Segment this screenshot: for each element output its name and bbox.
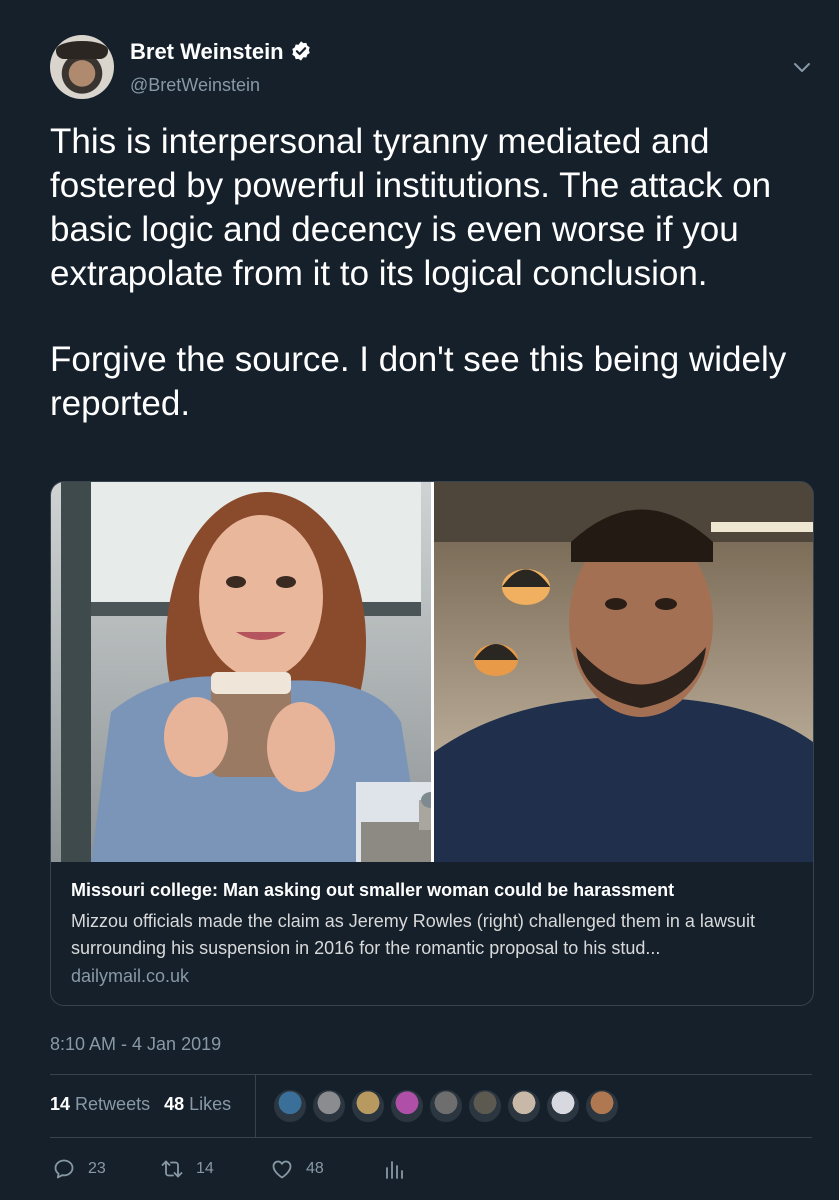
link-preview-card[interactable]: Missouri college: Man asking out smaller…: [50, 481, 814, 1006]
liker-avatar[interactable]: [390, 1089, 424, 1123]
engagement-stats: 14 Retweets 48 Likes: [50, 1094, 231, 1115]
divider: [50, 1074, 812, 1075]
liker-avatar[interactable]: [468, 1089, 502, 1123]
retweets-count: 14: [50, 1094, 71, 1114]
tweet-header: Bret Weinstein @BretWeinstein: [50, 33, 830, 99]
liker-avatar[interactable]: [351, 1089, 385, 1123]
like-count: 48: [306, 1160, 324, 1177]
stats-separator: [255, 1075, 256, 1137]
likes-stat[interactable]: 48 Likes: [164, 1094, 231, 1114]
author-name-text: Bret Weinstein: [130, 39, 284, 64]
liker-avatar[interactable]: [429, 1089, 463, 1123]
tweet-paragraph: Forgive the source. I don't see this bei…: [50, 340, 787, 423]
reply-button[interactable]: 23: [52, 1155, 106, 1183]
liker-avatar[interactable]: [507, 1089, 541, 1123]
retweet-count: 14: [196, 1160, 214, 1177]
retweets-stat[interactable]: 14 Retweets: [50, 1094, 150, 1114]
card-domain-text: dailymail.co.uk: [71, 966, 190, 986]
like-button[interactable]: 48: [270, 1155, 324, 1183]
card-image[interactable]: [51, 482, 813, 862]
reply-icon: [54, 1159, 74, 1179]
card-domain: dailymail.co.uk: [71, 966, 189, 987]
retweet-icon: [161, 1160, 183, 1178]
liker-avatar[interactable]: [273, 1089, 307, 1123]
chevron-down-icon[interactable]: [792, 57, 812, 77]
heart-icon: [272, 1160, 292, 1179]
card-title: Missouri college: Man asking out smaller…: [71, 880, 675, 900]
divider: [50, 1137, 812, 1138]
tweet-paragraph: This is interpersonal tyranny mediated a…: [50, 122, 772, 293]
analytics-icon: [386, 1161, 403, 1179]
retweets-label: Retweets: [75, 1094, 151, 1114]
tweet-body: This is interpersonal tyranny mediated a…: [50, 120, 810, 468]
card-description: Mizzou officials made the claim as Jerem…: [71, 911, 755, 958]
liker-avatar[interactable]: [546, 1089, 580, 1123]
likes-count: 48: [164, 1094, 185, 1114]
author-handle[interactable]: @BretWeinstein: [130, 75, 260, 96]
author-avatar[interactable]: [50, 35, 114, 99]
reply-count: 23: [88, 1160, 106, 1177]
analytics-button[interactable]: [382, 1155, 418, 1183]
tweet-timestamp[interactable]: 8:10 AM - 4 Jan 2019: [50, 1034, 221, 1055]
liker-avatar[interactable]: [312, 1089, 346, 1123]
liker-avatar[interactable]: [585, 1089, 619, 1123]
likes-label: Likes: [189, 1094, 232, 1114]
retweet-button[interactable]: 14: [160, 1155, 214, 1183]
author-display-name[interactable]: Bret Weinstein: [130, 39, 312, 65]
verified-badge-icon: [291, 41, 310, 61]
